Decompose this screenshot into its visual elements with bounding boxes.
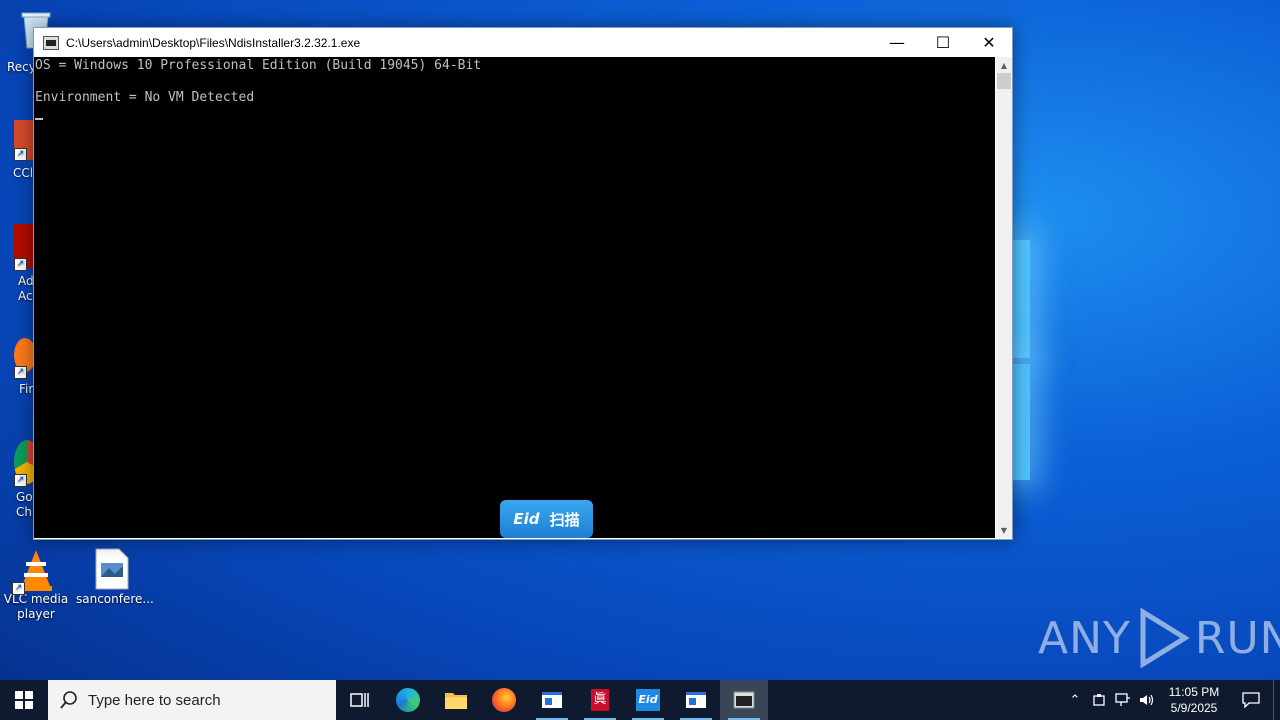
- console-window[interactable]: C:\Users\admin\Desktop\Files\NdisInstall…: [33, 27, 1013, 540]
- search-placeholder: Type here to search: [88, 691, 221, 709]
- windows-wallpaper-logo: [1012, 240, 1030, 480]
- scrollbar-thumb[interactable]: [997, 73, 1011, 89]
- window-app-icon: [542, 692, 562, 708]
- window-app-icon: [686, 692, 706, 708]
- console-app-icon: [733, 691, 755, 709]
- anyrun-watermark: ANY RUN: [1038, 608, 1280, 668]
- console-app-icon: [43, 35, 59, 50]
- console-line: Environment = No VM Detected: [35, 90, 255, 105]
- red-app-icon: 眞: [591, 689, 609, 711]
- text-cursor: [35, 118, 43, 120]
- taskbar-app-window-2[interactable]: [672, 680, 720, 720]
- taskbar-console[interactable]: [720, 680, 768, 720]
- taskbar-file-explorer[interactable]: [432, 680, 480, 720]
- scroll-down-icon[interactable]: ▼: [996, 522, 1012, 538]
- window-title: C:\Users\admin\Desktop\Files\NdisInstall…: [66, 35, 361, 50]
- clock-date: 5/9/2025: [1170, 701, 1218, 715]
- start-button[interactable]: [0, 680, 48, 720]
- firefox-icon: [492, 688, 516, 712]
- close-button[interactable]: ✕: [966, 28, 1012, 57]
- shortcut-arrow-icon: ↗: [12, 582, 25, 595]
- taskbar-clock[interactable]: 11:05 PM 5/9/2025: [1159, 684, 1229, 716]
- taskbar-firefox[interactable]: [480, 680, 528, 720]
- desktop-icon-label: VLC media player: [3, 592, 69, 621]
- chevron-up-icon[interactable]: ⌃: [1063, 693, 1087, 708]
- taskbar-eid[interactable]: Eid: [624, 680, 672, 720]
- shortcut-arrow-icon: ↗: [14, 474, 27, 487]
- play-logo-icon: [1140, 608, 1190, 668]
- device-icon[interactable]: [1087, 693, 1111, 707]
- taskbar-app-window[interactable]: [528, 680, 576, 720]
- vertical-scrollbar[interactable]: ▲ ▼: [996, 57, 1012, 538]
- desktop-icon-vlc[interactable]: ↗ VLC media player: [0, 548, 72, 622]
- show-desktop-button[interactable]: [1273, 680, 1280, 720]
- scroll-up-icon[interactable]: ▲: [996, 57, 1012, 73]
- desktop-icon-label: CCl: [13, 166, 34, 180]
- eid-scan-badge[interactable]: Eid 扫描: [500, 500, 593, 538]
- system-tray: ⌃ 11:05 PM 5/9/2025: [1063, 680, 1280, 720]
- desktop-icon-label: Fir: [19, 382, 34, 396]
- desktop-icon-label: sanconfere...: [76, 592, 154, 606]
- window-titlebar[interactable]: C:\Users\admin\Desktop\Files\NdisInstall…: [34, 28, 1012, 57]
- eid-logo: Eid: [513, 510, 540, 528]
- shortcut-arrow-icon: ↗: [14, 258, 27, 271]
- image-file-icon: [92, 548, 132, 590]
- shortcut-arrow-icon: ↗: [14, 366, 27, 379]
- volume-icon[interactable]: [1135, 693, 1159, 707]
- windows-start-icon: [15, 691, 33, 709]
- folder-icon: [445, 693, 467, 709]
- taskbar-app-red[interactable]: 眞: [576, 680, 624, 720]
- notification-icon: [1242, 692, 1260, 708]
- task-view-icon: [350, 693, 369, 707]
- edge-icon: [396, 688, 420, 712]
- taskbar: Type here to search 眞 Eid ⌃ 11:05 PM 5/9…: [0, 680, 1280, 720]
- watermark-run: RUN: [1194, 612, 1280, 664]
- task-view-button[interactable]: [336, 680, 384, 720]
- search-icon: [60, 691, 77, 709]
- minimize-button[interactable]: —: [874, 28, 920, 57]
- network-icon[interactable]: [1111, 693, 1135, 707]
- eid-scan-label: 扫描: [549, 510, 580, 529]
- desktop-icon-image-file[interactable]: sanconfere...: [76, 548, 154, 607]
- shortcut-arrow-icon: ↗: [14, 148, 27, 161]
- notification-button[interactable]: [1229, 692, 1273, 708]
- taskbar-search-box[interactable]: Type here to search: [48, 680, 336, 720]
- eid-app-icon: Eid: [636, 689, 660, 711]
- maximize-button[interactable]: ☐: [920, 28, 966, 57]
- console-output[interactable]: OS = Windows 10 Professional Edition (Bu…: [34, 57, 995, 538]
- console-line: OS = Windows 10 Professional Edition (Bu…: [35, 58, 482, 73]
- watermark-any: ANY: [1038, 612, 1131, 664]
- desktop-icon-label: Recy: [7, 60, 36, 74]
- taskbar-edge[interactable]: [384, 680, 432, 720]
- clock-time: 11:05 PM: [1168, 685, 1220, 699]
